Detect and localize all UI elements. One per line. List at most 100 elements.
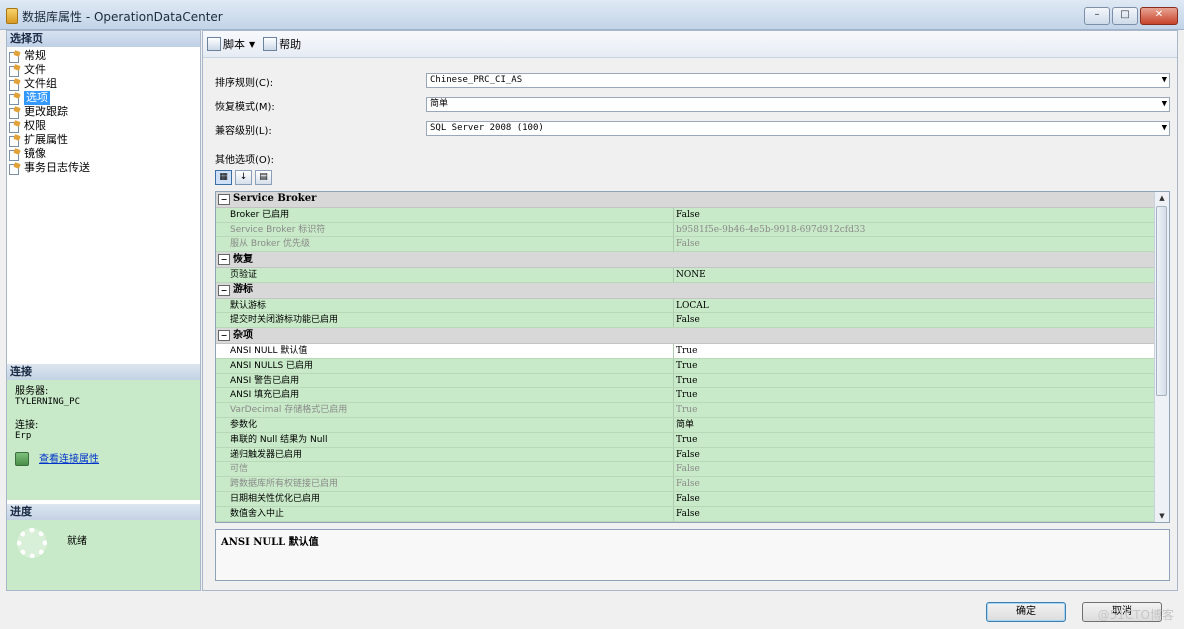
property-value[interactable]: True — [674, 373, 1156, 388]
property-name: Broker 已启用 — [216, 207, 674, 222]
collapse-icon[interactable]: − — [218, 193, 230, 205]
grid-row[interactable]: 默认游标 LOCAL — [216, 298, 1156, 314]
grid-row[interactable]: ANSI NULLS 已启用 True — [216, 358, 1156, 374]
collapse-icon[interactable]: − — [218, 254, 230, 266]
progress-spinner-icon — [17, 528, 47, 558]
grid-row[interactable]: VarDecimal 存储格式已启用 True — [216, 403, 1156, 418]
sidebar-item-label: 文件组 — [24, 77, 57, 90]
select-page-header: 选择页 — [7, 31, 200, 47]
grid-row[interactable]: Broker 已启用 False — [216, 207, 1156, 223]
grid-row[interactable]: 串联的 Null 结果为 Null True — [216, 432, 1156, 448]
property-value[interactable]: False — [674, 462, 1156, 477]
property-value[interactable]: True — [674, 432, 1156, 447]
server-label: 服务器: — [15, 386, 49, 397]
grid-category[interactable]: − Service Broker — [216, 192, 1156, 208]
sidebar-item[interactable]: 选项 — [9, 91, 200, 105]
grid-toolbar: ▦ ↓ ▤ — [215, 169, 272, 186]
help-button[interactable]: 帮助 — [263, 36, 301, 52]
collation-select[interactable]: Chinese_PRC_CI_AS ▼ — [426, 73, 1170, 88]
property-value[interactable]: False — [674, 207, 1156, 222]
sidebar-item[interactable]: 事务日志传送 — [9, 161, 200, 175]
sidebar-item[interactable]: 常规 — [9, 49, 200, 63]
scroll-down-icon[interactable]: ▼ — [1155, 510, 1169, 522]
sidebar-item[interactable]: 更改跟踪 — [9, 105, 200, 119]
sidebar-item[interactable]: 权限 — [9, 119, 200, 133]
property-name: 日期相关性优化已启用 — [216, 491, 674, 506]
view-connection-properties[interactable]: 查看连接属性 — [15, 452, 192, 466]
recovery-model-select[interactable]: 简单 ▼ — [426, 97, 1170, 112]
property-value[interactable]: True — [674, 388, 1156, 403]
property-grid[interactable]: − Service Broker Broker 已启用 False Service Br… — [215, 191, 1170, 523]
property-value[interactable]: False — [674, 506, 1156, 521]
grid-scrollbar[interactable]: ▲ ▼ — [1154, 192, 1169, 522]
property-pages-button[interactable]: ▤ — [255, 170, 272, 185]
sidebar-item[interactable]: 文件组 — [9, 77, 200, 91]
title-bar: 数据库属性 - OperationDataCenter – □ ✕ — [0, 0, 1184, 30]
property-name: ANSI NULLS 已启用 — [216, 358, 674, 373]
property-name: 页验证 — [216, 267, 674, 282]
property-value[interactable]: False — [674, 491, 1156, 506]
property-value[interactable]: True — [674, 521, 1156, 522]
property-name: 服从 Broker 优先级 — [216, 237, 674, 252]
sidebar-item[interactable]: 文件 — [9, 63, 200, 77]
minimize-button[interactable]: – — [1084, 7, 1110, 25]
page-icon — [9, 107, 21, 119]
collapse-icon[interactable]: − — [218, 284, 230, 296]
ok-button[interactable]: 确定 — [986, 602, 1066, 622]
grid-row[interactable]: ANSI 填充已启用 True — [216, 388, 1156, 404]
collapse-icon[interactable]: − — [218, 330, 230, 342]
grid-row[interactable]: 参数化 简单 — [216, 417, 1156, 433]
property-value[interactable]: False — [674, 237, 1156, 252]
sidebar-item-label: 更改跟踪 — [24, 105, 68, 118]
scroll-thumb[interactable] — [1156, 206, 1167, 396]
grid-row[interactable]: Service Broker 标识符 b9581f5e-9b46-4e5b-991… — [216, 222, 1156, 238]
watermark: @51CTO博客 — [1097, 608, 1174, 622]
sidebar-item-label: 常规 — [24, 49, 46, 62]
property-value[interactable]: True — [674, 343, 1156, 358]
chevron-down-icon: ▼ — [1161, 75, 1167, 85]
grid-row[interactable]: 数值舍入中止 False — [216, 506, 1156, 522]
maximize-button[interactable]: □ — [1112, 7, 1138, 25]
grid-row[interactable]: 算术中止已启用True — [216, 521, 1156, 522]
script-button[interactable]: 脚本 ▼ — [207, 36, 255, 52]
alphabetical-sort-button[interactable]: ↓ — [235, 170, 252, 185]
property-value[interactable]: False — [674, 477, 1156, 491]
grid-row[interactable]: 提交时关闭游标功能已启用 False — [216, 313, 1156, 329]
property-description: ANSI NULL 默认值 — [215, 529, 1170, 581]
grid-row[interactable]: 服从 Broker 优先级 False — [216, 237, 1156, 253]
sidebar-item[interactable]: 镜像 — [9, 147, 200, 161]
property-value[interactable]: False — [674, 313, 1156, 328]
view-connection-properties-link[interactable]: 查看连接属性 — [39, 454, 99, 465]
compatibility-level-select[interactable]: SQL Server 2008 (100) ▼ — [426, 121, 1170, 136]
grid-row[interactable]: 跨数据库所有权链接已启用 False — [216, 477, 1156, 492]
chevron-down-icon[interactable]: ▼ — [249, 40, 255, 49]
property-name: 递归触发器已启用 — [216, 447, 674, 462]
property-value[interactable]: True — [674, 358, 1156, 373]
grid-row[interactable]: ANSI NULL 默认值 True — [216, 343, 1156, 359]
property-name: ANSI 警告已启用 — [216, 373, 674, 388]
grid-row[interactable]: 日期相关性优化已启用 False — [216, 491, 1156, 507]
property-value[interactable]: True — [674, 403, 1156, 417]
property-value[interactable]: False — [674, 447, 1156, 462]
grid-category[interactable]: − 杂项 — [216, 328, 1156, 344]
property-value[interactable]: LOCAL — [674, 298, 1156, 313]
property-value[interactable]: b9581f5e-9b46-4e5b-9918-697d912cfd33 — [674, 222, 1156, 237]
property-name: Service Broker 标识符 — [216, 222, 674, 237]
grid-row[interactable]: 递归触发器已启用 False — [216, 447, 1156, 463]
grid-row[interactable]: 可信 False — [216, 462, 1156, 478]
page-icon — [9, 135, 21, 147]
grid-row[interactable]: ANSI 警告已启用 True — [216, 373, 1156, 389]
sidebar-item[interactable]: 扩展属性 — [9, 133, 200, 147]
property-value[interactable]: NONE — [674, 267, 1156, 282]
categorized-view-button[interactable]: ▦ — [215, 170, 232, 185]
grid-category[interactable]: − 游标 — [216, 282, 1156, 299]
window-controls: – □ ✕ — [1084, 7, 1178, 25]
close-button[interactable]: ✕ — [1140, 7, 1178, 25]
property-grid-rows: − Service Broker Broker 已启用 False Service Br… — [216, 192, 1156, 522]
script-icon — [207, 37, 221, 51]
property-value[interactable]: 简单 — [674, 417, 1156, 432]
grid-row[interactable]: 页验证 NONE — [216, 267, 1156, 283]
scroll-up-icon[interactable]: ▲ — [1155, 192, 1169, 204]
grid-category-label: 恢复 — [233, 253, 253, 265]
grid-category[interactable]: − 恢复 — [216, 252, 1156, 268]
